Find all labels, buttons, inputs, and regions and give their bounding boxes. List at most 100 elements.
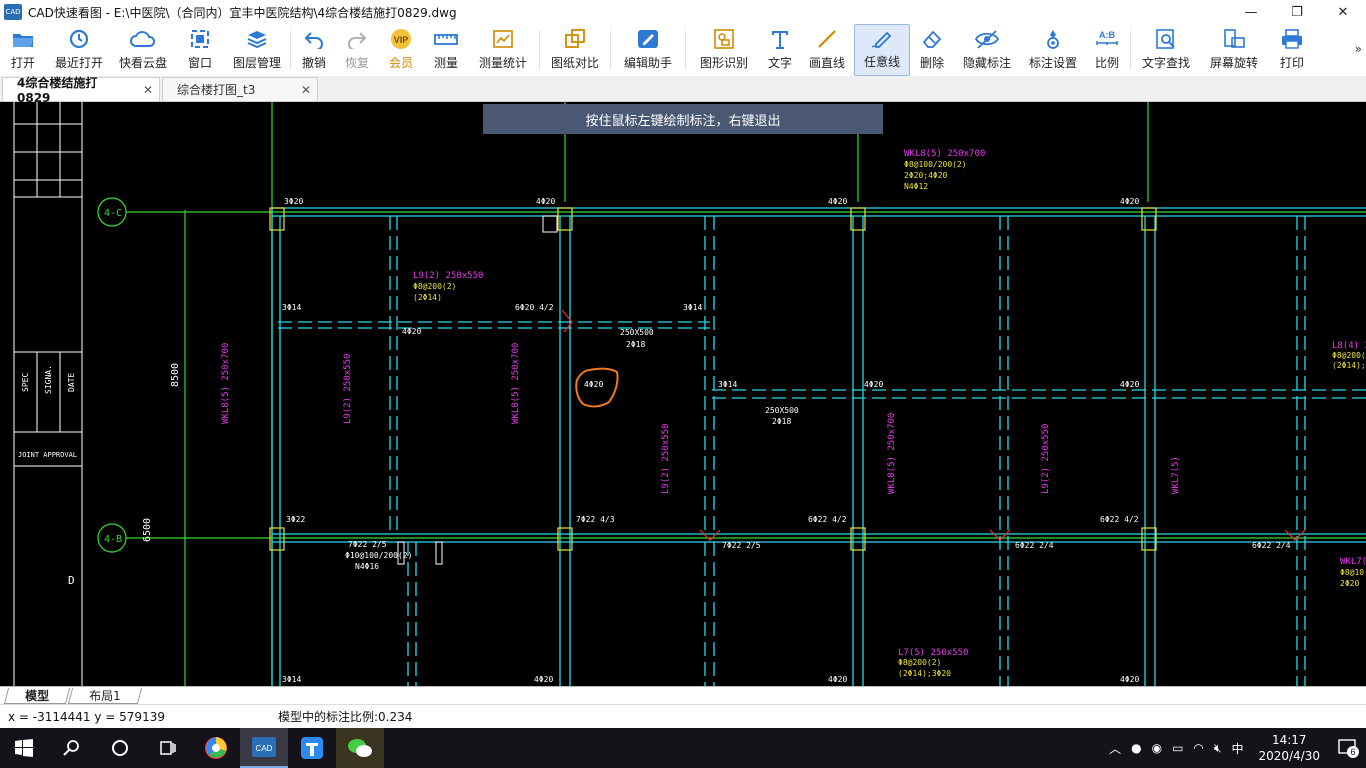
clock-date: 2020/4/30 (1258, 749, 1320, 763)
svg-text:4Φ20: 4Φ20 (536, 197, 555, 206)
vip-icon: VIP (388, 26, 414, 52)
undo-button[interactable]: 撤销 (293, 24, 335, 76)
layers-icon (246, 26, 268, 52)
hide-annotation-button[interactable]: 隐藏标注 (954, 24, 1020, 76)
axis-4b-label: 4-B (104, 534, 122, 545)
svg-text:7Φ22 2/5: 7Φ22 2/5 (722, 541, 761, 550)
app-logo-icon: CAD (4, 4, 22, 20)
hide-annotation-icon (974, 26, 1000, 52)
text-icon (769, 26, 791, 52)
close-tab-icon[interactable]: ✕ (143, 83, 153, 97)
compare-icon (563, 26, 587, 52)
beam-label-wkl-left: WKL8(5) 250x700 (221, 343, 231, 424)
tab-4-structure-drawing[interactable]: 4综合楼结施打0829 ✕ (2, 76, 160, 105)
restore-button[interactable]: ❐ (1274, 0, 1320, 24)
toolbar-separator (610, 30, 611, 70)
layer-manager-button[interactable]: 图层管理 (226, 24, 288, 76)
toolbar-separator (1130, 30, 1131, 70)
text-search-button[interactable]: 文字查找 (1133, 24, 1199, 76)
task-view-button[interactable] (144, 728, 192, 768)
ime-indicator[interactable]: 中 (1231, 740, 1243, 757)
svg-text:Φ10@100/200(2): Φ10@100/200(2) (345, 551, 412, 560)
svg-text:CAD: CAD (256, 744, 273, 753)
svg-text:A:B: A:B (1099, 30, 1115, 40)
layout-tab-bar: 模型 布局1 (0, 686, 1366, 704)
text-app-icon (301, 737, 323, 759)
signa-label: SIGNA. (44, 365, 53, 394)
tab-layout1[interactable]: 布局1 (67, 687, 142, 704)
delete-button[interactable]: 删除 (910, 24, 954, 76)
browser-app[interactable] (192, 728, 240, 768)
battery-icon[interactable]: ▭ (1172, 741, 1183, 755)
cortana-button[interactable] (96, 728, 144, 768)
scale-button[interactable]: A:B 比例 (1086, 24, 1128, 76)
drawing-compare-button[interactable]: 图纸对比 (542, 24, 608, 76)
drawing-canvas[interactable]: SPEC SIGNA. DATE JOINT APPROVAL D 4-C 4-… (0, 102, 1366, 686)
tab-model[interactable]: 模型 (3, 687, 71, 704)
open-button[interactable]: 打开 (0, 24, 46, 76)
wechat-tray-icon[interactable]: ● (1131, 741, 1141, 755)
notification-center-button[interactable]: 6 (1330, 738, 1366, 758)
date-label: DATE (67, 373, 76, 392)
tab-complex-print-t3[interactable]: 综合楼打图_t3 ✕ (162, 77, 318, 101)
joint-approval-label: JOINT APPROVAL (18, 451, 77, 459)
taskbar: CAD ︿ ● ◉ ▭ ◠ 🔇︎ 中 14:17 2020/4/30 6 (0, 728, 1366, 768)
wechat-app[interactable] (336, 728, 384, 768)
cursor-coordinates: x = -3114441 y = 579139 (8, 709, 165, 724)
svg-text:3Φ14: 3Φ14 (282, 303, 301, 312)
cloud-icon (130, 26, 156, 52)
beam-label-l-left: L9(2) 250x550 (343, 354, 353, 424)
svg-text:6Φ20 4/2: 6Φ20 4/2 (515, 303, 554, 312)
svg-text:2Φ18: 2Φ18 (772, 417, 791, 426)
text-app[interactable] (288, 728, 336, 768)
draw-line-button[interactable]: 画直线 (800, 24, 854, 76)
show-hidden-icons-icon[interactable]: ︿ (1109, 740, 1121, 757)
volume-muted-icon[interactable]: 🔇︎ (1214, 741, 1222, 756)
text-search-icon (1154, 26, 1178, 52)
dimension-6500: 6500 (142, 518, 153, 542)
print-button[interactable]: 打印 (1269, 24, 1315, 76)
edit-assistant-button[interactable]: 编辑助手 (613, 24, 683, 76)
toolbar-separator (539, 30, 540, 70)
edit-assistant-icon (636, 26, 660, 52)
measure-stats-button[interactable]: 测量统计 (469, 24, 537, 76)
svg-text:3Φ22: 3Φ22 (286, 515, 305, 524)
close-tab-icon[interactable]: ✕ (301, 83, 311, 97)
svg-text:3Φ14: 3Φ14 (718, 380, 737, 389)
svg-text:6Φ22 2/4: 6Φ22 2/4 (1252, 541, 1291, 550)
text-button[interactable]: 文字 (760, 24, 800, 76)
qq-tray-icon[interactable]: ◉ (1152, 741, 1162, 755)
beam-size-250x500-2: 250X500 (765, 406, 799, 415)
cloud-drive-button[interactable]: 快看云盘 (112, 24, 174, 76)
svg-text:6Φ22 2/4: 6Φ22 2/4 (1015, 541, 1054, 550)
toolbar-more-button[interactable]: » (1355, 42, 1362, 56)
svg-text:2Φ20: 2Φ20 (1340, 579, 1359, 588)
freehand-line-button[interactable]: 任意线 (854, 24, 910, 76)
printer-icon (1280, 26, 1304, 52)
window-button[interactable]: 窗口 (174, 24, 226, 76)
windows-start-button[interactable] (0, 728, 48, 768)
shape-recognition-button[interactable]: 图形识别 (688, 24, 760, 76)
svg-text:3Φ14: 3Φ14 (683, 303, 702, 312)
search-button[interactable] (48, 728, 96, 768)
network-icon[interactable]: ◠ (1193, 741, 1203, 755)
minimize-button[interactable]: — (1228, 0, 1274, 24)
measure-button[interactable]: 测量 (423, 24, 469, 76)
redo-button[interactable]: 恢复 (335, 24, 379, 76)
vip-button[interactable]: VIP 会员 (379, 24, 423, 76)
svg-text:7Φ22 2/5: 7Φ22 2/5 (348, 540, 387, 549)
cad-viewer-app[interactable]: CAD (240, 728, 288, 768)
screen-rotate-button[interactable]: 屏幕旋转 (1199, 24, 1269, 76)
recent-open-button[interactable]: 最近打开 (46, 24, 112, 76)
revision-d-label: D (68, 574, 75, 587)
annotation-settings-button[interactable]: 标注设置 (1020, 24, 1086, 76)
svg-text:N4Φ16: N4Φ16 (355, 562, 379, 571)
freehand-pen-icon (870, 25, 894, 51)
svg-text:7Φ22 4/3: 7Φ22 4/3 (576, 515, 615, 524)
task-view-icon (160, 741, 176, 755)
clock[interactable]: 14:17 2020/4/30 (1258, 732, 1320, 764)
history-icon (68, 26, 90, 52)
window-icon (189, 26, 211, 52)
axis-4c-label: 4-C (104, 208, 122, 219)
close-button[interactable]: ✕ (1320, 0, 1366, 24)
